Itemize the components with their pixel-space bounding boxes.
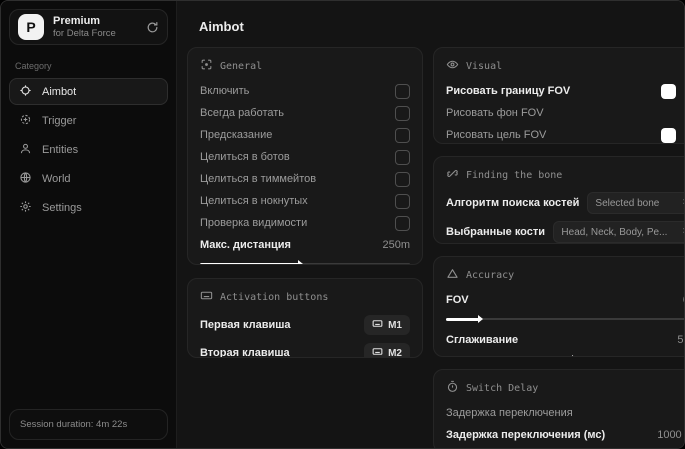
eye-icon [446, 58, 459, 74]
sidebar-item-label: Aimbot [42, 85, 77, 98]
checkbox-visibility-check[interactable] [395, 215, 410, 231]
activation-buttons-panel: Activation buttons Первая клавиша M1 Вто… [187, 278, 423, 358]
accuracy-panel: Accuracy FOV 60° Сглаживание 50% [433, 256, 684, 357]
crosshair-icon [19, 84, 32, 100]
visual-panel: Visual Рисовать границу FOV Рисовать фон… [433, 47, 684, 144]
slider-label-row: Макс. дистанция 250m [200, 239, 410, 251]
finding-bone-panel: Finding the bone Алгоритм поиска костей … [433, 156, 684, 244]
visual-row: Рисовать фон FOV [446, 105, 684, 121]
category-label: Category [15, 61, 52, 71]
refresh-icon[interactable] [146, 21, 159, 34]
bone-row: Алгоритм поиска костей Selected bone [446, 192, 684, 214]
bone-algorithm-select[interactable]: Selected bone [587, 192, 684, 214]
sidebar-item-label: Entities [42, 143, 79, 156]
max-distance-slider[interactable] [200, 259, 410, 264]
brand-text: Premium for Delta Force [53, 15, 116, 40]
keyboard-icon [372, 346, 383, 357]
switch-delay-value: 1000 ms [657, 429, 684, 441]
keybind-row: Первая клавиша M1 [200, 314, 410, 336]
page-title: Aimbot [199, 19, 244, 34]
gear-icon [19, 200, 32, 216]
checkbox-always-work[interactable] [395, 105, 410, 121]
sidebar-item-trigger[interactable]: Trigger [9, 107, 168, 134]
fov-slider[interactable] [446, 314, 684, 324]
switch-delay-panel: Switch Delay Задержка переключения Задер… [433, 369, 684, 448]
keybind-button-first[interactable]: M1 [364, 315, 410, 335]
slider-label-row: Сглаживание 50% [446, 332, 684, 348]
keyboard-icon [372, 318, 383, 332]
fov-value: 60° [683, 294, 684, 306]
checkbox-aim-bots[interactable] [395, 149, 410, 165]
bone-row: Выбранные кости Head, Neck, Body, Pe... [446, 221, 684, 243]
sidebar: P Premium for Delta Force Category Aimbo… [1, 1, 177, 448]
activation-panel-header: Activation buttons [200, 289, 410, 305]
visual-row: Рисовать цель FOV [446, 127, 684, 143]
selected-bones-select[interactable]: Head, Neck, Body, Pe... [553, 221, 684, 243]
scan-crosshair-icon [200, 58, 213, 74]
main-content: Aimbot General Включить Всегда работать [177, 1, 684, 448]
brand-subtitle: for Delta Force [53, 27, 116, 39]
checkbox-prediction[interactable] [395, 127, 410, 143]
entities-icon [19, 142, 32, 158]
brand-card: P Premium for Delta Force [9, 9, 168, 45]
bone-panel-header: Finding the bone [446, 167, 684, 183]
accuracy-panel-header: Accuracy [446, 267, 684, 283]
fov-target-color-swatch[interactable] [661, 127, 677, 143]
sidebar-item-aimbot[interactable]: Aimbot [9, 78, 168, 105]
toggle-row: Предсказание [200, 127, 410, 143]
keybind-button-second[interactable]: M2 [364, 343, 410, 357]
chevron-up-down-icon [680, 225, 684, 239]
toggle-row: Проверка видимости [200, 215, 410, 231]
trigger-icon [19, 113, 32, 129]
session-duration: Session duration: 4m 22s [9, 409, 168, 440]
slider-label-row: FOV 60° [446, 292, 684, 308]
brand-name: Premium [53, 14, 101, 27]
timer-icon [446, 380, 459, 396]
sidebar-item-settings[interactable]: Settings [9, 194, 168, 221]
toggle-row: Целиться в ботов [200, 149, 410, 165]
keyboard-icon [200, 289, 213, 305]
toggle-row: Включить [200, 83, 410, 99]
fov-border-color-swatch[interactable] [661, 83, 677, 99]
toggle-row: Задержка переключения [446, 405, 684, 421]
triangle-icon [446, 267, 459, 283]
sidebar-item-label: Trigger [42, 114, 77, 127]
visual-row: Рисовать границу FOV [446, 83, 684, 99]
toggle-row: Всегда работать [200, 105, 410, 121]
toggle-row: Целиться в нокнутых [200, 193, 410, 209]
app-window: P Premium for Delta Force Category Aimbo… [0, 0, 685, 449]
sidebar-item-label: World [42, 172, 71, 185]
general-panel-header: General [200, 58, 410, 74]
sidebar-item-label: Settings [42, 201, 82, 214]
visual-panel-header: Visual [446, 58, 684, 74]
chevron-up-down-icon [680, 196, 684, 210]
slider-label-row: Задержка переключения (мс) 1000 ms [446, 427, 684, 443]
sidebar-item-entities[interactable]: Entities [9, 136, 168, 163]
smoothing-slider[interactable] [446, 354, 684, 356]
checkbox-enable[interactable] [395, 83, 410, 99]
checkbox-aim-teammates[interactable] [395, 171, 410, 187]
brand-logo: P [18, 14, 44, 40]
general-panel: General Включить Всегда работать Предска… [187, 47, 423, 265]
bone-icon [446, 167, 459, 183]
keybind-row: Вторая клавиша M2 [200, 342, 410, 357]
max-distance-value: 250m [382, 239, 410, 251]
switch-delay-panel-header: Switch Delay [446, 380, 684, 396]
toggle-row: Целиться в тиммейтов [200, 171, 410, 187]
smoothing-value: 50% [677, 334, 684, 346]
checkbox-aim-knocked[interactable] [395, 193, 410, 209]
sidebar-item-world[interactable]: World [9, 165, 168, 192]
world-icon [19, 171, 32, 187]
